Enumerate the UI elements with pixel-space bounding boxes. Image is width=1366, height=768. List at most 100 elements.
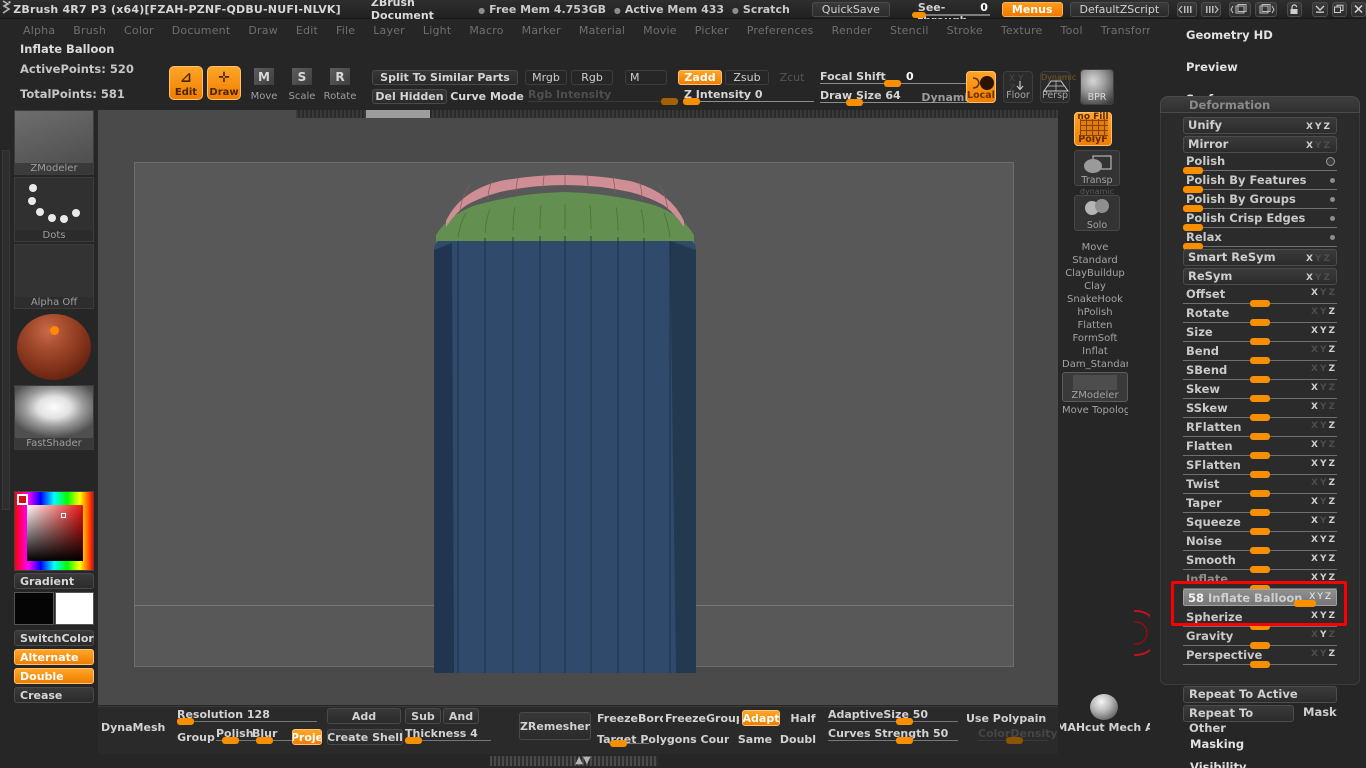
resolution-slider[interactable]: Resolution 128 xyxy=(177,708,317,724)
split-to-similar-parts-button[interactable]: Split To Similar Parts xyxy=(372,70,518,85)
target-polygons-track[interactable] xyxy=(609,741,649,745)
rgb-button[interactable]: Rgb xyxy=(571,70,613,85)
freeze-border-button[interactable]: FreezeBorde xyxy=(597,710,663,726)
unify-button[interactable]: Unify XYZ xyxy=(1183,117,1337,134)
brush-formsoft[interactable]: FormSoft xyxy=(1062,333,1128,345)
menu-item-edit[interactable]: Edit xyxy=(287,23,327,38)
menu-item-layer[interactable]: Layer xyxy=(364,23,414,38)
solo-button[interactable]: dynamic Solo xyxy=(1074,195,1120,231)
alpha-tile[interactable]: Alpha Off xyxy=(14,244,94,309)
scroll-right-icon[interactable] xyxy=(1201,2,1221,17)
curves-strength-slider[interactable]: Curves Strength 50 xyxy=(828,727,958,743)
menu-item-document[interactable]: Document xyxy=(163,23,240,38)
section-masking[interactable]: Masking xyxy=(1190,737,1244,751)
slider-knob[interactable] xyxy=(1250,661,1270,668)
axes-toggle[interactable]: XYZ xyxy=(1306,271,1332,286)
minimize-icon[interactable] xyxy=(1312,2,1327,17)
axes-toggle[interactable]: XYZ xyxy=(1311,459,1337,469)
brush-inflat[interactable]: Inflat xyxy=(1062,346,1128,358)
curve-mode-button[interactable]: Curve Mode xyxy=(451,89,523,104)
fastshader-tile[interactable]: FastShader xyxy=(14,385,94,450)
mode-dot-toggle[interactable] xyxy=(1330,178,1335,183)
brush-hpolish[interactable]: hPolish xyxy=(1062,307,1128,319)
rgb-intensity-slider[interactable]: Rgb Intensity xyxy=(528,88,678,104)
scroll-left-icon[interactable] xyxy=(1177,2,1197,17)
rotate-slider[interactable]: Rotate XYZ xyxy=(1183,306,1337,325)
slider-knob[interactable] xyxy=(683,98,700,105)
zcut-button[interactable]: Zcut xyxy=(772,70,812,85)
axes-toggle[interactable]: XYZ xyxy=(1311,421,1337,431)
axes-toggle[interactable]: XYZ xyxy=(1311,383,1337,393)
slider-knob[interactable] xyxy=(222,737,239,744)
zsub-button[interactable]: Zsub xyxy=(725,70,769,85)
brush-standard[interactable]: Standard xyxy=(1062,255,1128,267)
menu-item-stencil[interactable]: Stencil xyxy=(881,23,938,38)
menu-item-preferences[interactable]: Preferences xyxy=(738,23,823,38)
rflatten-slider[interactable]: RFlatten XYZ xyxy=(1183,420,1337,439)
persp-button[interactable]: Dynamic Persp xyxy=(1040,71,1070,103)
axes-toggle[interactable]: XYZ xyxy=(1311,535,1337,545)
bpr-button[interactable]: BPR xyxy=(1080,69,1114,105)
slider-knob[interactable] xyxy=(610,740,627,747)
polish-crisp-edges-slider[interactable]: Polish Crisp Edges xyxy=(1183,211,1337,230)
menu-item-color[interactable]: Color xyxy=(115,23,163,38)
axes-toggle[interactable]: XYZ xyxy=(1311,364,1337,374)
hue-marker[interactable] xyxy=(17,494,28,505)
scale-button[interactable]: S Scale xyxy=(285,66,319,100)
primary-color-swatch[interactable] xyxy=(14,592,54,625)
scroll-arrows-icon[interactable]: ▲▼ xyxy=(570,755,596,767)
and-button[interactable]: And xyxy=(443,708,479,724)
slider-knob[interactable] xyxy=(256,737,273,744)
repeat-to-other-button[interactable]: Repeat To Other xyxy=(1183,705,1294,722)
brush-zmodeler[interactable]: ZModeler xyxy=(1062,372,1128,402)
smooth-slider[interactable]: Smooth XYZ xyxy=(1183,553,1337,572)
axes-toggle[interactable]: XYZ xyxy=(1311,402,1337,412)
left-scrollbar[interactable] xyxy=(2,150,10,510)
close-icon[interactable] xyxy=(1351,2,1366,17)
noise-slider[interactable]: Noise XYZ xyxy=(1183,534,1337,553)
section-geometry-hd[interactable]: Geometry HD xyxy=(1150,19,1366,51)
focal-shift-slider[interactable]: Focal Shift 0 xyxy=(820,70,968,86)
menu-item-draw[interactable]: Draw xyxy=(239,23,287,38)
axes-toggle[interactable]: XYZ xyxy=(1311,497,1337,507)
perspective-slider[interactable]: Perspective XYZ xyxy=(1183,648,1337,667)
adapt-button[interactable]: Adapt xyxy=(742,710,780,726)
zadd-button[interactable]: Zadd xyxy=(678,70,722,85)
secondary-color-swatch[interactable] xyxy=(55,592,94,625)
lock-icon[interactable] xyxy=(1287,2,1302,17)
axes-toggle[interactable]: XYZ xyxy=(1306,120,1332,135)
zscript-button[interactable]: DefaultZScript xyxy=(1070,2,1170,17)
axes-toggle[interactable]: XYZ xyxy=(1311,440,1337,450)
brush-dam-standard[interactable]: Dam_Standard xyxy=(1062,359,1128,371)
mode-dot-toggle[interactable] xyxy=(1330,197,1335,202)
slider-knob[interactable] xyxy=(405,737,422,744)
menu-item-file[interactable]: File xyxy=(327,23,364,38)
zmodeler-tool-tile[interactable]: ZModeler xyxy=(14,110,94,175)
menus-button[interactable]: Menus xyxy=(1002,2,1063,17)
same-button[interactable]: Same xyxy=(735,731,775,747)
section-preview[interactable]: Preview xyxy=(1150,51,1366,83)
rotate-button[interactable]: R Rotate xyxy=(323,66,357,100)
menu-item-render[interactable]: Render xyxy=(823,23,881,38)
slider-knob[interactable] xyxy=(1006,737,1023,744)
menu-item-picker[interactable]: Picker xyxy=(686,23,738,38)
menu-item-light[interactable]: Light xyxy=(414,23,460,38)
sv-marker[interactable] xyxy=(61,513,66,518)
axes-toggle[interactable]: XYZ xyxy=(1311,307,1337,317)
double-button-bottom[interactable]: Doubl xyxy=(779,731,817,747)
skew-slider[interactable]: Skew XYZ xyxy=(1183,382,1337,401)
axes-toggle[interactable]: XYZ xyxy=(1311,573,1337,583)
axes-toggle[interactable]: XYZ xyxy=(1311,611,1337,621)
inflate-balloon-slider[interactable]: 58 Inflate Balloon XYZ xyxy=(1183,589,1337,606)
sbend-slider[interactable]: SBend XYZ xyxy=(1183,363,1337,382)
sub-button[interactable]: Sub xyxy=(405,708,441,724)
alternate-button[interactable]: Alternate xyxy=(14,649,94,665)
create-shell-button[interactable]: Create Shell xyxy=(327,729,403,745)
relax-slider[interactable]: Relax xyxy=(1183,230,1337,249)
polish-by-groups-slider[interactable]: Polish By Groups xyxy=(1183,192,1337,211)
brush-snakehook[interactable]: SnakeHook xyxy=(1062,294,1128,306)
brush-move[interactable]: Move xyxy=(1062,242,1128,254)
polish-mode-toggle[interactable] xyxy=(1326,157,1335,166)
slider-knob[interactable] xyxy=(896,737,913,744)
gravity-slider[interactable]: Gravity XYZ xyxy=(1183,629,1337,648)
